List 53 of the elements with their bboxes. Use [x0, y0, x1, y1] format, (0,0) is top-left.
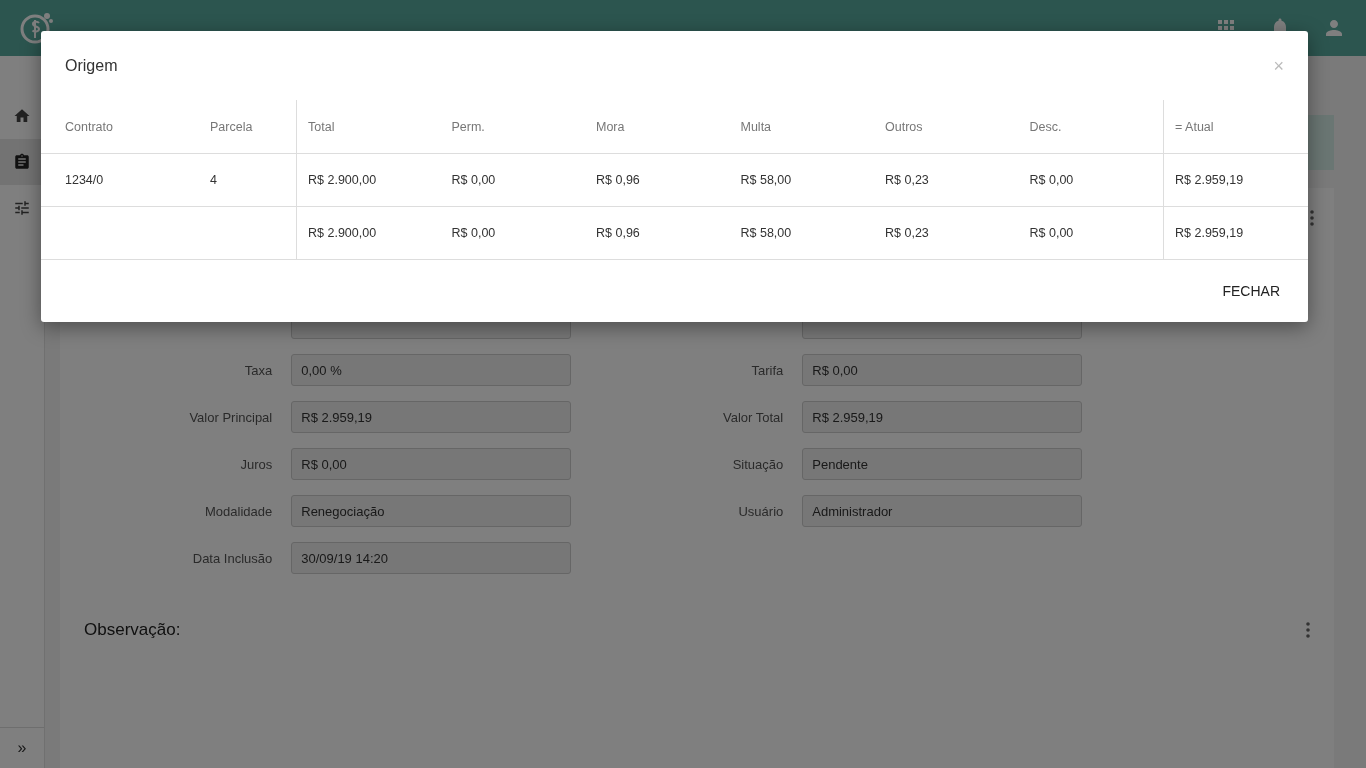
table-cell-text: R$ 58,00 [739, 225, 793, 242]
section-title: Observação: [84, 620, 181, 640]
text-field[interactable]: Pendente [802, 448, 1082, 480]
text-field[interactable]: 0,00 % [291, 354, 571, 386]
column-header: Outros [874, 100, 1019, 154]
column-header: Perm. [440, 100, 585, 154]
field-label: Valor Total [722, 409, 784, 425]
field-label: Juros [239, 456, 273, 472]
text-field[interactable]: Administrador [802, 495, 1082, 527]
clipboard-icon [13, 153, 31, 171]
field-label: Valor Principal [188, 409, 273, 425]
table-cell: R$ 0,96 [585, 154, 730, 207]
text-field[interactable]: R$ 0,00 [802, 354, 1082, 386]
home-icon [13, 107, 31, 125]
close-dialog-button[interactable]: FECHAR [1214, 275, 1288, 307]
text-field[interactable]: R$ 2.959,19 [291, 401, 571, 433]
text-field[interactable]: Renegociação [291, 495, 571, 527]
field-label: Tarifa [750, 362, 784, 378]
table-cell: R$ 0,23 [874, 154, 1019, 207]
field-label: Usuário [737, 503, 784, 519]
column-header: Desc. [1018, 100, 1163, 154]
table-cell: R$ 2.900,00 [296, 207, 441, 259]
column-header: Multa [729, 100, 874, 154]
field-label: Data Inclusão [191, 550, 273, 566]
sliders-icon [13, 199, 31, 217]
field-label: Taxa [243, 362, 273, 378]
sidebar-item[interactable] [0, 139, 44, 185]
table-cell: 1234/0 [41, 154, 186, 207]
table-cell: 4 [186, 154, 296, 207]
table-cell-text: R$ 0,96 [595, 225, 641, 242]
table-cell: R$ 2.900,00 [296, 154, 441, 207]
table-cell: R$ 0,00 [1018, 154, 1163, 207]
more-icon[interactable] [1306, 622, 1310, 638]
expand-button[interactable]: » [0, 727, 44, 768]
table-cell-text: R$ 0,00 [1028, 225, 1075, 242]
table-cell: R$ 2.959,19 [1163, 154, 1308, 207]
field-label: Situação [731, 456, 784, 472]
column-header: = Atual [1163, 100, 1308, 154]
table-cell-text: R$ 0,00 [450, 225, 497, 242]
column-header: Contrato [41, 100, 186, 154]
text-field[interactable]: R$ 2.959,19 [802, 401, 1082, 433]
text-field[interactable]: R$ 0,00 [291, 448, 571, 480]
dialog-title: Origem [65, 57, 118, 75]
field-label: Modalidade [204, 503, 273, 519]
more-icon[interactable] [1310, 210, 1314, 226]
table-cell: R$ 0,00 [440, 154, 585, 207]
column-header: Total [296, 100, 441, 154]
column-header: Mora [585, 100, 730, 154]
text-field[interactable]: 30/09/19 14:20 [291, 542, 571, 574]
column-header: Parcela [186, 100, 296, 154]
table-cell: R$ 58,00 [729, 154, 874, 207]
table-cell-text: R$ 0,23 [884, 225, 930, 242]
table-cell: R$ 2.959,19 [1163, 207, 1308, 259]
